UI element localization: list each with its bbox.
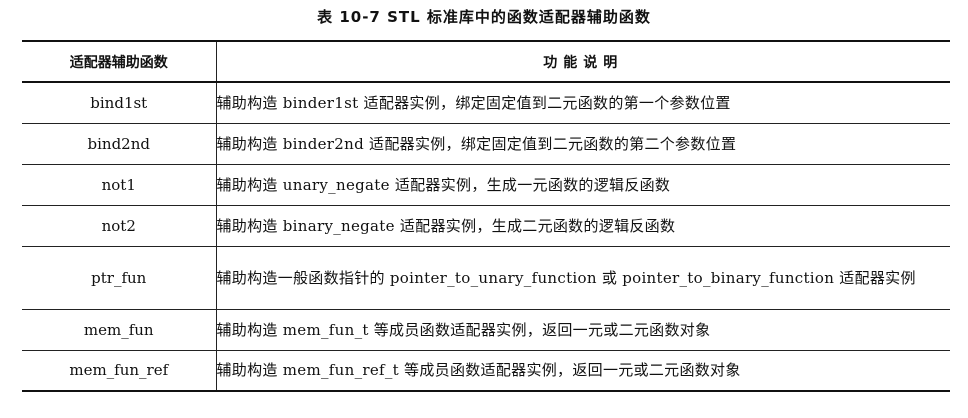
column-header-function: 适配器辅助函数 (22, 40, 217, 83)
description-cell: 辅助构造 binary_negate 适配器实例，生成二元函数的逻辑反函数 (215, 204, 950, 247)
table-row: mem_fun_ref 辅助构造 mem_fun_ref_t 等成员函数适配器实… (22, 349, 950, 392)
function-name-cell: mem_fun_ref (22, 349, 217, 392)
description-cell: 辅助构造 binder2nd 适配器实例，绑定固定值到二元函数的第二个参数位置 (215, 122, 950, 165)
table-header-row: 适配器辅助函数 功能说明 (22, 40, 950, 83)
function-name-cell: not1 (22, 163, 217, 206)
table-row: mem_fun 辅助构造 mem_fun_t 等成员函数适配器实例，返回一元或二… (22, 308, 950, 351)
table-row: bind2nd 辅助构造 binder2nd 适配器实例，绑定固定值到二元函数的… (22, 122, 950, 165)
description-cell: 辅助构造 mem_fun_t 等成员函数适配器实例，返回一元或二元函数对象 (215, 308, 950, 351)
table-row: not2 辅助构造 binary_negate 适配器实例，生成二元函数的逻辑反… (22, 204, 950, 247)
table-row: not1 辅助构造 unary_negate 适配器实例，生成一元函数的逻辑反函… (22, 163, 950, 206)
column-header-description: 功能说明 (215, 40, 950, 83)
description-cell: 辅助构造 unary_negate 适配器实例，生成一元函数的逻辑反函数 (215, 163, 950, 206)
function-name-cell: not2 (22, 204, 217, 247)
description-cell: 辅助构造 binder1st 适配器实例，绑定固定值到二元函数的第一个参数位置 (215, 81, 950, 124)
function-name-cell: bind1st (22, 81, 217, 124)
description-cell: 辅助构造一般函数指针的 pointer_to_unary_function 或 … (215, 245, 950, 310)
function-name-cell: mem_fun (22, 308, 217, 351)
adapter-helper-table: 适配器辅助函数 功能说明 bind1st 辅助构造 binder1st 适配器实… (22, 40, 950, 392)
table-row: bind1st 辅助构造 binder1st 适配器实例，绑定固定值到二元函数的… (22, 81, 950, 124)
description-cell: 辅助构造 mem_fun_ref_t 等成员函数适配器实例，返回一元或二元函数对… (215, 349, 950, 392)
table-row: ptr_fun 辅助构造一般函数指针的 pointer_to_unary_fun… (22, 245, 950, 310)
table-caption: 表 10-7 STL 标准库中的函数适配器辅助函数 (317, 8, 651, 26)
function-name-cell: ptr_fun (22, 245, 217, 310)
function-name-cell: bind2nd (22, 122, 217, 165)
